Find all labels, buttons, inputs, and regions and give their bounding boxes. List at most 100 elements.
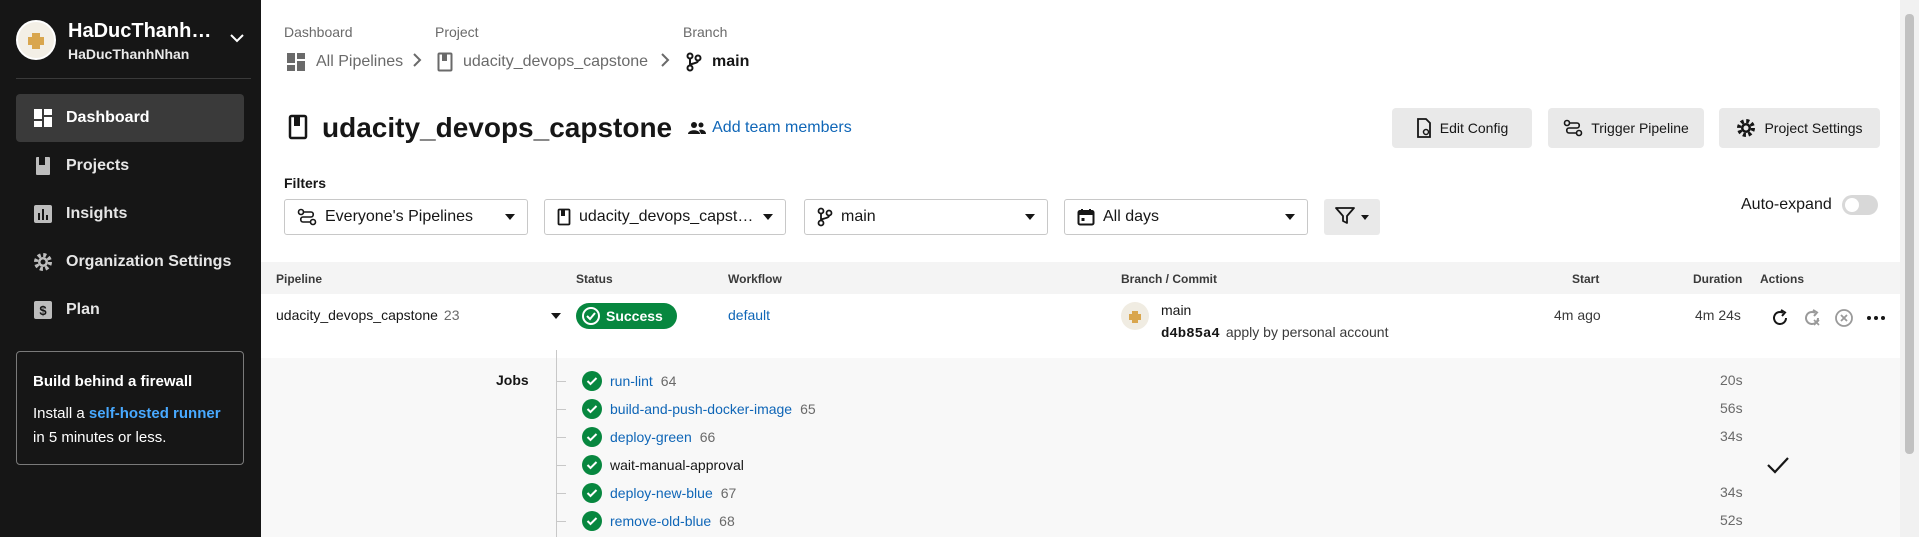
chevron-right-icon xyxy=(660,52,670,71)
column-header-duration: Duration xyxy=(1693,272,1743,286)
job-number: 68 xyxy=(719,513,735,529)
job-number: 67 xyxy=(720,485,737,501)
caret-down-icon xyxy=(505,214,515,220)
check-circle-icon xyxy=(582,483,602,503)
commit-hash[interactable]: d4b85a4 xyxy=(1161,326,1220,342)
pipeline-name[interactable]: udacity_devops_capstone 23 xyxy=(276,307,459,323)
job-name-link[interactable]: remove-old-blue xyxy=(610,513,711,529)
job-duration: 20s xyxy=(1720,372,1743,388)
workflow-link[interactable]: default xyxy=(728,307,770,323)
pipelines-filter-select[interactable]: Everyone's Pipelines xyxy=(284,199,528,235)
expand-caret-icon[interactable] xyxy=(551,313,561,319)
people-icon xyxy=(688,121,707,135)
column-header-status: Status xyxy=(576,272,613,286)
commit-branch[interactable]: main xyxy=(1161,302,1191,318)
column-header-branch-commit: Branch / Commit xyxy=(1121,272,1218,286)
promo-card: Build behind a firewall Install a self-h… xyxy=(16,351,244,465)
chevron-down-icon[interactable] xyxy=(230,30,244,46)
add-team-members-link[interactable]: Add team members xyxy=(688,119,852,137)
org-avatar xyxy=(16,20,56,60)
check-circle-icon xyxy=(582,371,602,391)
job-duration: 34s xyxy=(1720,484,1743,500)
org-name: HaDucThanhN... xyxy=(68,20,218,42)
project-filter-select[interactable]: udacity_devops_capstone xyxy=(544,199,786,235)
filters-label: Filters xyxy=(284,175,327,191)
check-circle-icon xyxy=(582,307,600,325)
breadcrumb-all-pipelines[interactable]: All Pipelines xyxy=(286,52,403,72)
branch-icon xyxy=(817,207,833,227)
table-header: Pipeline Status Workflow Branch / Commit… xyxy=(261,262,1900,294)
org-switcher[interactable]: HaDucThanhN... HaDucThanhNhan xyxy=(16,18,246,68)
page-title: udacity_devops_capstone xyxy=(322,112,673,143)
breadcrumb-dashboard-label: Dashboard xyxy=(284,24,353,40)
auto-expand-toggle[interactable] xyxy=(1842,195,1878,215)
dollar-icon: $ xyxy=(32,299,54,321)
job-name-link[interactable]: deploy-green xyxy=(610,429,692,445)
approved-check-icon xyxy=(1766,455,1790,478)
rerun-icon[interactable] xyxy=(1764,306,1796,330)
caret-down-icon xyxy=(763,214,773,220)
sidebar-item-projects[interactable]: Projects xyxy=(16,142,244,190)
self-hosted-runner-link[interactable]: self-hosted runner xyxy=(89,405,221,422)
pipeline-project-name: udacity_devops_capstone xyxy=(276,307,438,323)
tree-branch xyxy=(556,492,566,494)
trigger-pipeline-button[interactable]: Trigger Pipeline xyxy=(1548,108,1704,148)
pipeline-icon xyxy=(1563,119,1583,137)
avatar xyxy=(1121,302,1149,330)
project-settings-button[interactable]: Project Settings xyxy=(1719,108,1880,148)
bookmark-icon xyxy=(288,114,308,143)
pipelines-filter-value: Everyone's Pipelines xyxy=(325,208,474,225)
gear-icon xyxy=(32,251,54,273)
column-header-actions: Actions xyxy=(1760,272,1805,286)
gear-icon xyxy=(1736,118,1756,138)
status-badge[interactable]: Success xyxy=(576,303,677,329)
job-name-link[interactable]: deploy-new-blue xyxy=(610,485,713,501)
job-number: 65 xyxy=(800,401,816,417)
sidebar-item-dashboard[interactable]: Dashboard xyxy=(16,94,244,142)
breadcrumb-project[interactable]: udacity_devops_capstone xyxy=(437,52,648,72)
edit-config-label: Edit Config xyxy=(1439,120,1509,136)
scrollbar-thumb[interactable] xyxy=(1905,14,1914,454)
sidebar-item-plan[interactable]: $ Plan xyxy=(16,286,244,334)
chart-icon xyxy=(32,203,54,225)
breadcrumb-branch-label: Branch xyxy=(683,24,728,40)
breadcrumb-branch[interactable]: main xyxy=(686,52,749,72)
check-circle-icon xyxy=(582,427,602,447)
job-name: wait-manual-approval xyxy=(610,457,744,473)
job-row: build-and-push-docker-image 65 xyxy=(556,397,816,421)
promo-title: Build behind a firewall xyxy=(33,373,193,390)
add-team-members-text: Add team members xyxy=(712,119,852,136)
promo-text-before: Install a xyxy=(33,405,89,422)
pipeline-number: 23 xyxy=(443,307,460,323)
auto-expand-label: Auto-expand xyxy=(1741,196,1832,213)
promo-text: Install a self-hosted runner in 5 minute… xyxy=(33,402,227,450)
tree-branch xyxy=(556,380,566,382)
branch-icon xyxy=(686,52,702,72)
job-name-link[interactable]: build-and-push-docker-image xyxy=(610,401,792,417)
commit-info: d4b85a4 apply by personal account xyxy=(1161,324,1388,342)
job-number: 66 xyxy=(699,429,716,445)
column-header-start: Start xyxy=(1572,272,1600,286)
edit-config-button[interactable]: Edit Config xyxy=(1392,108,1532,148)
job-name-link[interactable]: run-lint xyxy=(610,373,653,389)
more-icon[interactable] xyxy=(1860,306,1892,330)
rerun-failed-icon[interactable] xyxy=(1796,306,1828,330)
branch-filter-select[interactable]: main xyxy=(804,199,1048,235)
calendar-icon xyxy=(1077,208,1095,226)
sidebar-divider xyxy=(16,78,251,79)
job-row: wait-manual-approval xyxy=(556,453,744,477)
sidebar-item-insights[interactable]: Insights xyxy=(16,190,244,238)
sidebar-item-organization-settings[interactable]: Organization Settings xyxy=(16,238,244,286)
cancel-icon[interactable] xyxy=(1828,306,1860,330)
days-filter-select[interactable]: All days xyxy=(1064,199,1308,235)
start-time: 4m ago xyxy=(1554,307,1601,323)
days-filter-value: All days xyxy=(1103,208,1160,225)
job-row: deploy-green 66 xyxy=(556,425,715,449)
org-username: HaDucThanhNhan xyxy=(68,46,190,62)
page-scrollbar[interactable] xyxy=(1900,0,1919,537)
check-circle-icon xyxy=(582,455,602,475)
chevron-right-icon xyxy=(412,52,422,71)
filter-menu-button[interactable] xyxy=(1324,199,1380,235)
book-icon xyxy=(32,155,54,177)
tree-branch xyxy=(556,464,566,466)
